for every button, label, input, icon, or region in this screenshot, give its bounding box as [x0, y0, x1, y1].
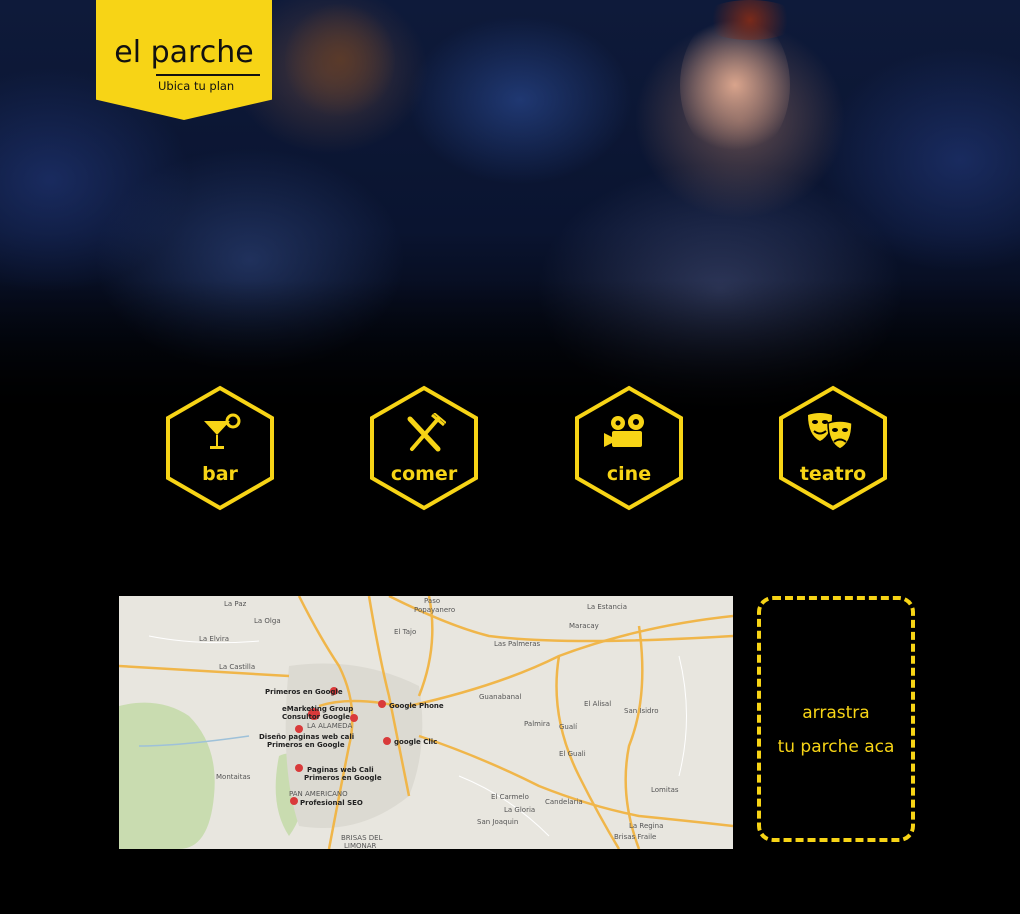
- svg-text:Paso: Paso: [424, 597, 440, 605]
- svg-text:Consultor Google: Consultor Google: [282, 713, 350, 721]
- map-view[interactable]: Paso Popayanero La Estancia La Paz La Ol…: [119, 596, 733, 849]
- svg-text:Primeros en Google: Primeros en Google: [265, 688, 343, 696]
- logo-underline: [156, 74, 260, 76]
- svg-text:San Joaquin: San Joaquin: [477, 818, 518, 826]
- category-teatro-button[interactable]: teatro: [778, 385, 888, 511]
- svg-text:La Gloria: La Gloria: [504, 806, 535, 814]
- svg-text:La Regina: La Regina: [629, 822, 663, 830]
- svg-text:eMarketing Group: eMarketing Group: [282, 705, 353, 713]
- drop-zone-line2: tu parche aca: [777, 737, 895, 757]
- svg-text:La Castilla: La Castilla: [219, 663, 255, 671]
- svg-text:El Guali: El Guali: [559, 750, 586, 758]
- svg-text:Maracay: Maracay: [569, 622, 599, 630]
- svg-text:El Carmelo: El Carmelo: [491, 793, 529, 801]
- svg-text:San Isidro: San Isidro: [624, 707, 659, 715]
- category-comer-button[interactable]: comer: [369, 385, 479, 511]
- svg-text:PAN AMERICANO: PAN AMERICANO: [289, 790, 348, 798]
- fork-knife-icon: [407, 413, 446, 452]
- category-label: bar: [202, 463, 238, 485]
- svg-text:Lomitas: Lomitas: [651, 786, 679, 794]
- movie-camera-icon: [604, 414, 644, 447]
- svg-text:Profesional SEO: Profesional SEO: [300, 799, 363, 807]
- svg-text:El Alisal: El Alisal: [584, 700, 611, 708]
- svg-text:google Clic: google Clic: [394, 738, 437, 746]
- brand-tagline: Ubica tu plan: [158, 79, 235, 93]
- svg-text:LIMONAR: LIMONAR: [344, 842, 377, 849]
- svg-text:Gualí: Gualí: [559, 723, 578, 731]
- svg-text:Google Phone: Google Phone: [389, 702, 444, 710]
- svg-text:La Olga: La Olga: [254, 617, 281, 625]
- drop-zone[interactable]: arrastra tu parche aca: [757, 596, 915, 842]
- svg-text:Brisas Fraile: Brisas Fraile: [614, 833, 656, 841]
- brand-logo[interactable]: el parche Ubica tu plan: [96, 0, 272, 120]
- category-label: comer: [390, 463, 458, 485]
- svg-text:La Paz: La Paz: [224, 600, 247, 608]
- svg-text:Diseño paginas web cali: Diseño paginas web cali: [259, 733, 354, 741]
- svg-text:Primeros en Google: Primeros en Google: [267, 741, 345, 749]
- theater-masks-icon: [808, 413, 853, 450]
- svg-text:Primeros en Google: Primeros en Google: [304, 774, 382, 782]
- svg-text:BRISAS DEL: BRISAS DEL: [341, 834, 383, 842]
- drop-zone-line1: arrastra: [802, 703, 870, 723]
- svg-text:LA ALAMEDA: LA ALAMEDA: [307, 722, 352, 730]
- brand-name: el parche: [114, 35, 254, 70]
- category-bar-button[interactable]: bar: [165, 385, 275, 511]
- svg-text:Montaitas: Montaitas: [216, 773, 251, 781]
- svg-text:La Estancia: La Estancia: [587, 603, 627, 611]
- cocktail-icon: [204, 413, 241, 449]
- category-label: teatro: [799, 463, 867, 485]
- category-label: cine: [606, 463, 652, 485]
- svg-text:La Elvira: La Elvira: [199, 635, 229, 643]
- svg-text:Las Palmeras: Las Palmeras: [494, 640, 540, 648]
- map-canvas: Paso Popayanero La Estancia La Paz La Ol…: [119, 596, 733, 849]
- svg-text:Paginas web Cali: Paginas web Cali: [307, 766, 374, 774]
- category-cine-button[interactable]: cine: [574, 385, 684, 511]
- svg-text:Popayanero: Popayanero: [414, 606, 455, 614]
- svg-text:Palmira: Palmira: [524, 720, 550, 728]
- svg-text:El Tajo: El Tajo: [394, 628, 416, 636]
- svg-text:Candelaria: Candelaria: [545, 798, 583, 806]
- svg-text:Guanabanal: Guanabanal: [479, 693, 521, 701]
- drop-zone-text: arrastra tu parche aca: [761, 696, 911, 764]
